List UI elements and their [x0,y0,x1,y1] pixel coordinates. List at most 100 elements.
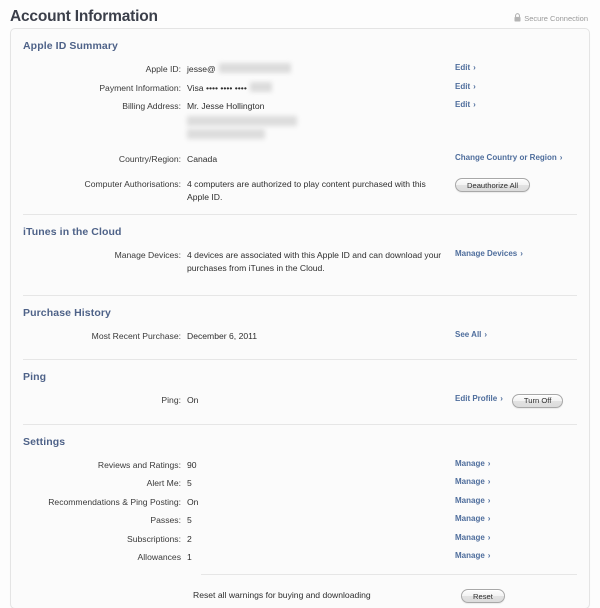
chevron-right-icon: › [487,458,491,468]
row-value-subscriptions: 2 [187,533,192,544]
edit-payment-information-link[interactable]: Edit › [455,82,476,91]
row-value-computer-authorisations: 4 computers are authorized to play conte… [187,179,426,202]
secure-connection-label: Secure Connection [524,13,588,23]
row-value-payment-information: Visa •••• •••• •••• [187,80,449,95]
change-country-label: Change Country or Region [455,152,557,162]
edit-profile-label: Edit Profile [455,393,498,403]
row-value-manage-devices: 4 devices are associated with this Apple… [187,250,442,273]
row-label-apple-id: Apple ID: [145,64,181,74]
row-label-ping: Ping: [161,394,181,405]
row-recommendations-and-ping-posting: Recommendations & Ping Posting: On Manag… [11,492,589,511]
deauthorize-all-button[interactable]: Deauthorize All [455,178,531,192]
row-label-alert-me: Alert Me: [146,478,181,488]
see-all-link[interactable]: See All › [455,330,487,339]
row-label-billing-address: Billing Address: [122,101,181,111]
redacted-billing-line-1 [187,115,297,126]
row-label-manage-devices: Manage Devices: [114,250,181,260]
row-allowances: Allowances 1 Manage › [11,547,589,566]
row-label-recommendations-and-ping-posting: Recommendations & Ping Posting: [48,496,181,507]
chevron-right-icon: › [520,249,523,258]
chevron-right-icon: › [487,495,491,505]
chevron-right-icon: › [473,81,476,91]
manage-label: Manage [455,532,485,542]
reset-warnings-label: Reset all warnings for buying and downlo… [193,589,371,600]
manage-label: Manage [455,514,485,523]
row-manage-devices: Manage Devices: 4 devices are associated… [11,245,589,286]
row-label-payment-information: Payment Information: [99,82,181,93]
page-header: Account Information Secure Connection [0,0,600,28]
row-ping: Ping: On Edit Profile › Turn Off [11,390,589,410]
section-title-purchase-history: Purchase History [23,307,111,319]
secure-connection-indicator: Secure Connection [514,5,588,24]
manage-label: Manage [455,458,485,468]
section-purchase-history: Purchase History Most Recent Purchase: D… [11,296,589,359]
chevron-right-icon: › [473,63,476,72]
redacted-apple-id-domain [218,63,291,73]
turn-off-button[interactable]: Turn Off [511,393,564,408]
row-value-passes: 5 [187,515,192,525]
reset-button[interactable]: Reset [461,589,505,603]
change-country-or-region-link[interactable]: Change Country or Region › [455,153,562,162]
row-action-country-region: Change Country or Region › [449,151,589,162]
row-apple-id: Apple ID: jesse@ Edit › [11,59,589,78]
manage-reviews-and-ratings-link[interactable]: Manage › [455,459,490,468]
manage-recommendations-link[interactable]: Manage › [455,496,490,505]
row-value-country-region: Canada [187,153,218,164]
row-reviews-and-ratings: Reviews and Ratings: 90 Manage › [11,455,589,474]
row-action-manage-devices: Manage Devices › [449,247,589,258]
manage-alert-me-link[interactable]: Manage › [455,477,490,486]
row-label-most-recent-purchase: Most Recent Purchase: [91,331,181,341]
row-subscriptions: Subscriptions: 2 Manage › [11,529,589,548]
section-title-settings: Settings [23,435,66,448]
row-action-passes: Manage › [449,512,589,523]
manage-devices-link[interactable]: Manage Devices › [455,249,523,258]
row-label-country-region: Country/Region: [118,153,181,164]
row-value-most-recent-purchase: December 6, 2011 [187,331,258,341]
row-label-computer-authorisations: Computer Authorisations: [84,179,182,189]
manage-label: Manage [455,495,485,505]
row-country-region: Country/Region: Canada Change Country or… [11,149,589,168]
row-label-passes: Passes: [150,515,181,525]
edit-profile-link[interactable]: Edit Profile › [455,394,503,403]
row-action-subscriptions: Manage › [449,531,589,542]
row-passes: Passes: 5 Manage › [11,510,589,529]
row-action-recommendations-and-ping-posting: Manage › [449,494,589,505]
edit-billing-address-link[interactable]: Edit › [455,100,476,109]
row-action-ping: Edit Profile › Turn Off [449,392,589,408]
redacted-billing-line-2 [187,128,265,139]
section-title-ping: Ping [23,370,47,383]
redacted-card-last4 [249,81,272,92]
section-settings: Settings Reviews and Ratings: 90 Manage … [11,425,589,608]
manage-subscriptions-link[interactable]: Manage › [455,533,490,542]
manage-devices-label: Manage Devices [455,249,518,258]
manage-passes-link[interactable]: Manage › [455,514,490,523]
row-label-allowances: Allowances [137,552,181,562]
chevron-right-icon: › [559,152,563,162]
section-title-itunes-in-the-cloud: iTunes in the Cloud [23,226,122,238]
row-most-recent-purchase: Most Recent Purchase: December 6, 2011 S… [11,326,589,345]
edit-apple-id-label: Edit [455,63,471,72]
row-label-subscriptions: Subscriptions: [127,533,181,544]
row-value-reviews-and-ratings: 90 [187,459,197,470]
billing-name-value: Mr. Jesse Hollington [187,101,265,111]
payment-value: Visa •••• •••• •••• [187,82,247,93]
row-reset-warnings: Reset all warnings for buying and downlo… [11,575,589,604]
manage-allowances-link[interactable]: Manage › [455,551,490,560]
section-apple-id-summary: Apple ID Summary Apple ID: jesse@ Edit › [11,29,589,214]
row-action-apple-id: Edit › [449,61,589,72]
edit-apple-id-link[interactable]: Edit › [455,63,476,72]
chevron-right-icon: › [487,532,491,542]
chevron-right-icon: › [473,100,476,109]
row-value-ping: On [187,394,199,405]
row-value-apple-id: jesse@ [187,61,449,76]
chevron-right-icon: › [487,551,491,560]
lock-icon [514,12,521,24]
section-title-apple-id-summary: Apple ID Summary [23,40,118,52]
chevron-right-icon: › [487,514,491,523]
row-billing-address: Billing Address: Mr. Jesse Hollington Ed… [11,96,589,141]
row-value-allowances: 1 [187,552,192,562]
row-action-reviews-and-ratings: Manage › [449,457,589,468]
edit-payment-label: Edit [455,81,471,91]
apple-id-value: jesse@ [187,64,216,74]
section-itunes-in-the-cloud: iTunes in the Cloud Manage Devices: 4 de… [11,215,589,295]
